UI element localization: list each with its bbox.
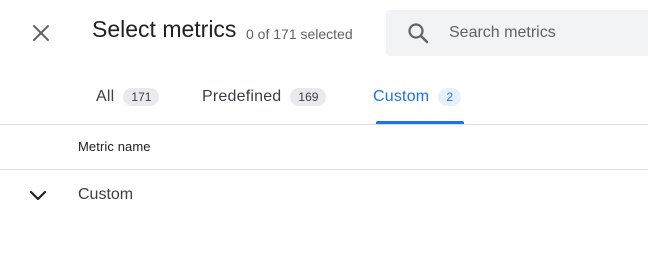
group-label: Custom bbox=[78, 186, 134, 203]
tab-custom-count-badge: 2 bbox=[438, 88, 462, 106]
tab-bar: All 171 Predefined 169 Custom 2 bbox=[0, 76, 648, 124]
close-icon bbox=[33, 25, 49, 41]
tab-predefined[interactable]: Predefined 169 bbox=[202, 76, 327, 124]
select-metrics-dialog: Select metrics 0 of 171 selected All 171… bbox=[0, 0, 648, 263]
tab-custom[interactable]: Custom 2 bbox=[373, 76, 462, 124]
selection-status: 0 of 171 selected bbox=[246, 26, 353, 42]
tab-all[interactable]: All 171 bbox=[96, 76, 160, 124]
tab-custom-label: Custom bbox=[373, 88, 430, 105]
tabs-divider bbox=[0, 124, 648, 125]
close-button[interactable] bbox=[27, 19, 55, 47]
page-title: Select metrics bbox=[92, 16, 237, 42]
tab-all-count-badge: 171 bbox=[123, 88, 160, 106]
search-input[interactable] bbox=[449, 24, 629, 42]
chevron-down-icon[interactable] bbox=[26, 184, 50, 208]
tab-predefined-count-badge: 169 bbox=[290, 88, 327, 106]
tab-predefined-label: Predefined bbox=[202, 88, 282, 105]
search-icon bbox=[406, 21, 430, 45]
search-box[interactable] bbox=[386, 10, 648, 56]
group-row-custom[interactable]: Custom bbox=[0, 170, 648, 222]
tab-all-label: All bbox=[96, 88, 115, 105]
column-header-metric-name[interactable]: Metric name bbox=[78, 139, 151, 154]
